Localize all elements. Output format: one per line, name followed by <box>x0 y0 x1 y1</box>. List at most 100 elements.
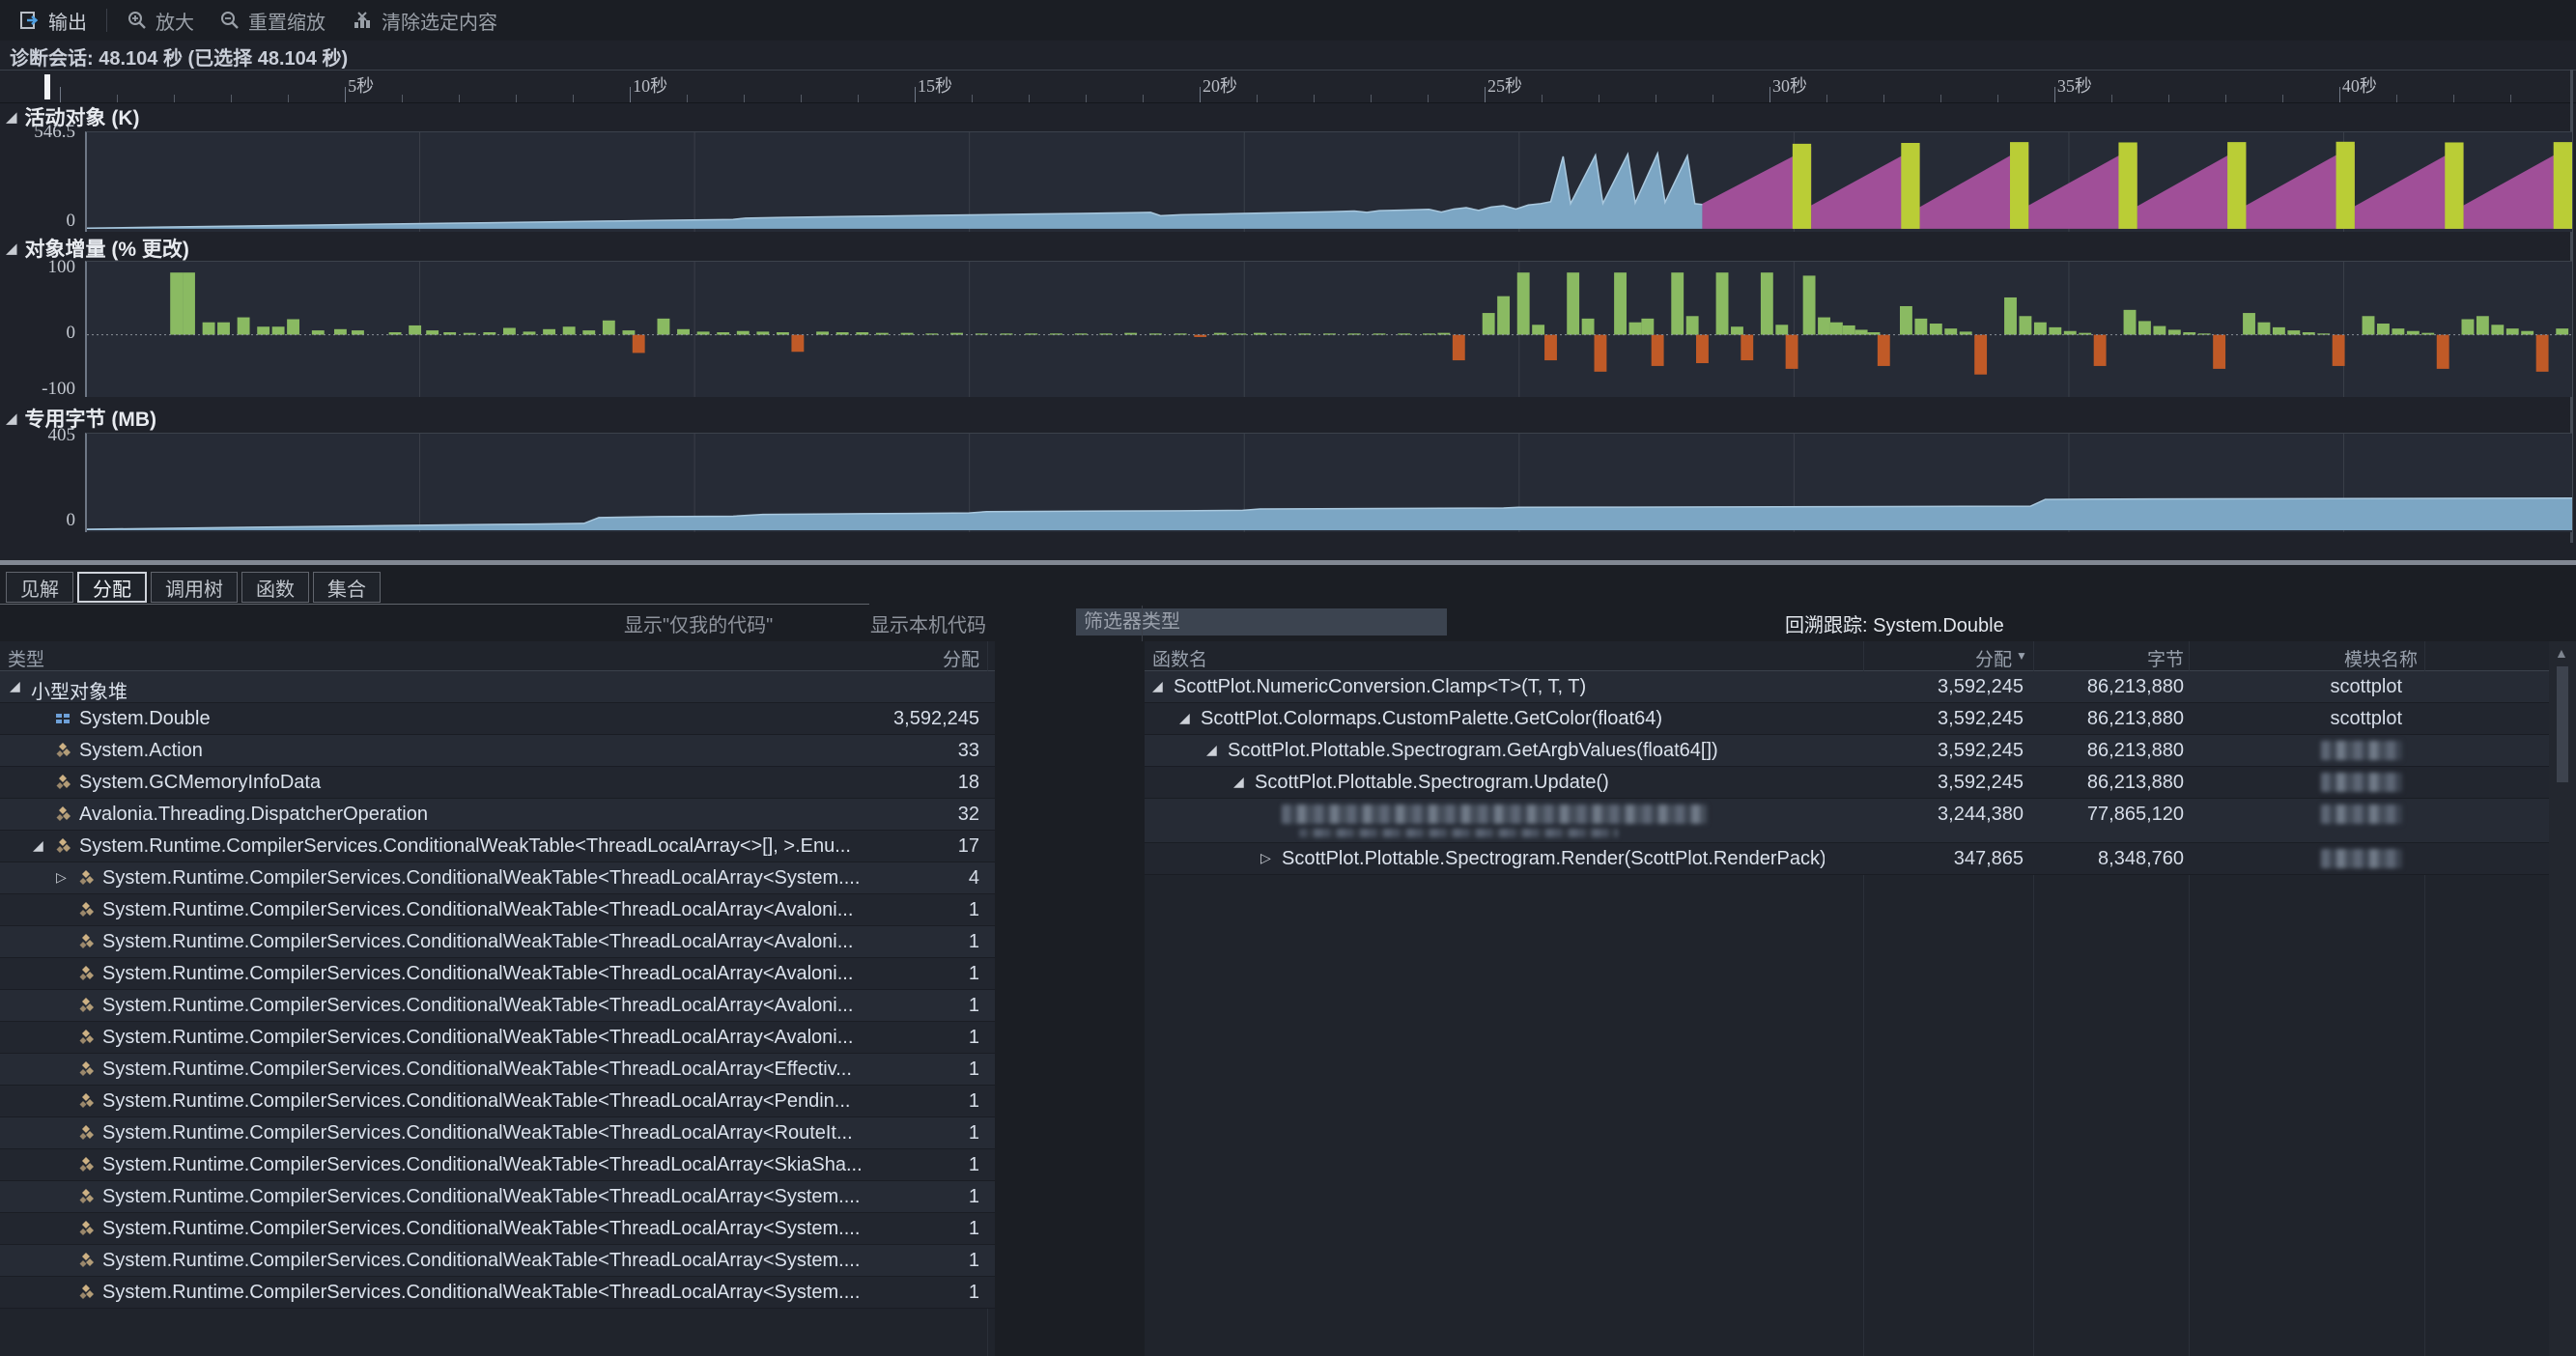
type-row[interactable]: System.Double3,592,245 <box>0 703 995 735</box>
ruler-tick <box>231 95 232 102</box>
function-name: ScottPlot.Colormaps.CustomPalette.GetCol… <box>1201 708 1825 730</box>
live-objects-chart-header: ◢ 活动对象 (K) <box>6 104 1165 129</box>
bytes-count: 77,865,120 <box>2014 804 2184 826</box>
type-row[interactable]: System.Runtime.CompilerServices.Conditio… <box>0 894 995 926</box>
column-header-module[interactable]: 模块名称 <box>1145 645 2418 671</box>
vertical-scrollbar[interactable]: ▲ <box>2549 641 2576 1356</box>
type-row[interactable]: System.Runtime.CompilerServices.Conditio… <box>0 990 995 1022</box>
playhead-marker[interactable] <box>44 74 50 99</box>
allocation-count: 4 <box>821 867 979 890</box>
type-row[interactable]: ◢System.Runtime.CompilerServices.Conditi… <box>0 831 995 862</box>
zoom-in-icon <box>127 10 148 31</box>
function-name: ScottPlot.Plottable.Spectrogram.GetArgbV… <box>1228 740 1825 762</box>
allocation-count: 3,592,245 <box>821 708 979 730</box>
ruler-tick <box>2054 87 2055 102</box>
function-row[interactable]: ◢ ScottPlot.Plottable.Spectrogram.GetArgb… <box>1145 735 2549 767</box>
ruler-tick <box>2453 95 2454 102</box>
type-row[interactable]: System.Runtime.CompilerServices.Conditio… <box>0 1117 995 1149</box>
type-row[interactable]: System.Runtime.CompilerServices.Conditio… <box>0 1022 995 1054</box>
scroll-up-icon[interactable]: ▲ <box>2555 645 2568 661</box>
function-name: ScottPlot.Plottable.Spectrogram.Render(S… <box>1282 848 1825 870</box>
expander-open-icon[interactable]: ◢ <box>1206 742 1217 758</box>
allocation-count: 1 <box>821 1154 979 1176</box>
grids-area: 类型分配◢小型对象堆System.Double3,592,245System.A… <box>0 641 2576 1356</box>
class-icon <box>54 837 72 856</box>
ruler-tick <box>1086 95 1087 102</box>
ruler-tick <box>1883 95 1884 102</box>
class-icon <box>77 1188 96 1206</box>
timeline-ruler[interactable]: 5秒10秒15秒20秒25秒30秒35秒40秒 <box>0 70 2576 103</box>
type-row[interactable]: ◢小型对象堆 <box>0 671 995 703</box>
class-icon <box>77 1252 96 1270</box>
allocation-count: 32 <box>821 804 979 826</box>
function-row[interactable]: ▷ ScottPlot.Plottable.Spectrogram.Render(… <box>1145 843 2549 875</box>
ruler-tick <box>402 95 403 102</box>
native-code-toggle[interactable]: 显示本机代码 <box>870 609 986 636</box>
tab-call-tree[interactable]: 调用树 <box>151 572 238 603</box>
live-objects-chart[interactable] <box>85 131 2572 232</box>
expander-open-icon[interactable]: ◢ <box>33 837 43 854</box>
type-row[interactable]: System.Runtime.CompilerServices.Conditio… <box>0 1245 995 1277</box>
type-row[interactable]: System.Runtime.CompilerServices.Conditio… <box>0 1213 995 1245</box>
function-row[interactable]: 3,244,38077,865,120 <box>1145 799 2549 843</box>
function-row[interactable]: ◢ScottPlot.Plottable.Spectrogram.Update(… <box>1145 767 2549 799</box>
column-header-allocations[interactable]: 分配 <box>0 645 979 671</box>
ruler-tick <box>1200 87 1201 102</box>
ruler-tick <box>1314 95 1315 102</box>
function-row[interactable]: ◢ ScottPlot.Colormaps.CustomPalette.GetCo… <box>1145 703 2549 735</box>
ruler-tick <box>2225 95 2226 102</box>
allocation-count: 1 <box>821 963 979 985</box>
scrollbar-thumb[interactable] <box>2557 666 2568 782</box>
allocation-count: 33 <box>821 740 979 762</box>
zoom-in-button[interactable]: 放大 <box>117 4 204 37</box>
output-button[interactable]: 输出 <box>10 4 97 37</box>
panel-divider <box>1142 606 1143 641</box>
expander-open-icon[interactable]: ◢ <box>1179 710 1190 726</box>
private-bytes-chart[interactable] <box>85 433 2572 532</box>
session-summary: 诊断会话: 48.104 秒 (已选择 48.104 秒) <box>10 42 348 70</box>
type-row[interactable]: System.Runtime.CompilerServices.Conditio… <box>0 1277 995 1309</box>
ruler-tick <box>744 95 745 102</box>
clear-selection-button[interactable]: 清除选定内容 <box>341 4 507 37</box>
tab-functions[interactable]: 函数 <box>241 572 309 603</box>
type-row[interactable]: System.Runtime.CompilerServices.Conditio… <box>0 1181 995 1213</box>
type-row[interactable]: System.Action33 <box>0 735 995 767</box>
ruler-tick <box>858 95 859 102</box>
tab-insights[interactable]: 见解 <box>6 572 73 603</box>
object-delta-chart-header: ◢ 对象增量 (% 更改) <box>6 236 1165 261</box>
type-row[interactable]: System.Runtime.CompilerServices.Conditio… <box>0 958 995 990</box>
expander-open-icon[interactable]: ◢ <box>1152 678 1163 694</box>
tab-allocations[interactable]: 分配 <box>77 572 147 603</box>
just-my-code-toggle[interactable]: 显示"仅我的代码" <box>624 609 773 636</box>
type-row[interactable]: System.Runtime.CompilerServices.Conditio… <box>0 926 995 958</box>
bytes-count: 86,213,880 <box>2014 708 2184 730</box>
type-row[interactable]: System.GCMemoryInfoData18 <box>0 767 995 799</box>
function-row[interactable]: ◢ScottPlot.NumericConversion.Clamp<T>(T,… <box>1145 671 2549 703</box>
ruler-tick <box>1542 95 1543 102</box>
type-row[interactable]: System.Runtime.CompilerServices.Conditio… <box>0 1086 995 1117</box>
allocation-count: 1 <box>821 1186 979 1208</box>
collapse-icon[interactable]: ◢ <box>6 240 17 257</box>
object-delta-ymin-label: -100 <box>8 379 75 400</box>
ruler-tick <box>1769 87 1770 102</box>
type-row[interactable]: System.Runtime.CompilerServices.Conditio… <box>0 1054 995 1086</box>
ruler-tick <box>801 95 802 102</box>
expander-closed-icon[interactable]: ▷ <box>56 869 67 886</box>
expander-closed-icon[interactable]: ▷ <box>1260 850 1271 866</box>
class-icon <box>77 1124 96 1143</box>
object-delta-chart[interactable] <box>85 261 2572 397</box>
expander-open-icon[interactable]: ◢ <box>1233 774 1244 790</box>
reset-zoom-button[interactable]: 重置缩放 <box>210 4 335 37</box>
tab-collections[interactable]: 集合 <box>313 572 381 603</box>
type-row[interactable]: Avalonia.Threading.DispatcherOperation32 <box>0 799 995 831</box>
redacted-module-name <box>2321 741 2402 760</box>
filter-type-input[interactable] <box>1076 608 1447 636</box>
object-delta-zero-label: 0 <box>8 323 75 344</box>
expander-open-icon[interactable]: ◢ <box>10 678 20 694</box>
ruler-label: 30秒 <box>1772 72 1807 98</box>
type-row[interactable]: System.Runtime.CompilerServices.Conditio… <box>0 1149 995 1181</box>
ruler-tick <box>1428 95 1429 102</box>
bytes-count: 8,348,760 <box>2014 848 2184 870</box>
ruler-tick <box>1997 95 1998 102</box>
type-row[interactable]: ▷System.Runtime.CompilerServices.Conditi… <box>0 862 995 894</box>
